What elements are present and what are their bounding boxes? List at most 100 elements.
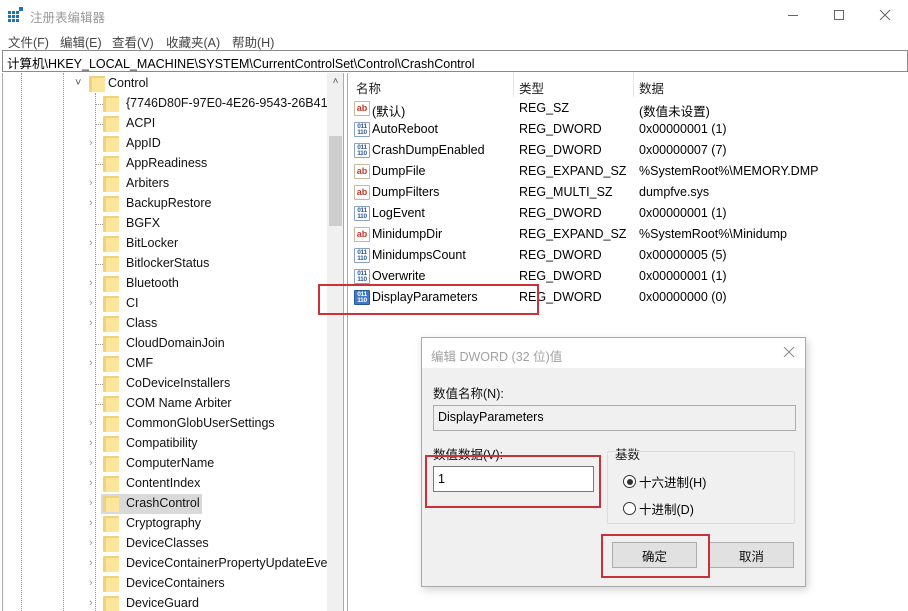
tree-item[interactable]: › CommonGlobUserSettings [3, 414, 327, 434]
folder-icon [103, 296, 119, 312]
tree-item[interactable]: › DeviceGuard [3, 594, 327, 611]
expand-icon[interactable]: › [89, 297, 99, 309]
tree-item[interactable]: COM Name Arbiter [3, 394, 327, 414]
tree-item[interactable]: › Arbiters [3, 174, 327, 194]
tree-item[interactable]: › DeviceContainers [3, 574, 327, 594]
tree-item[interactable]: ACPI [3, 114, 327, 134]
folder-icon [103, 396, 119, 412]
value-data: dumpfve.sys [639, 185, 710, 199]
expand-icon[interactable]: › [89, 437, 99, 449]
tree-item-label: AppReadiness [126, 156, 208, 170]
value-name: MinidumpsCount [372, 248, 466, 262]
tree-item-label: Compatibility [126, 436, 198, 450]
value-type: REG_EXPAND_SZ [519, 227, 627, 241]
expand-icon[interactable]: › [89, 497, 99, 509]
tree-item-control[interactable]: ˅ Control [3, 74, 327, 94]
value-name-field[interactable]: DisplayParameters [433, 405, 796, 431]
expand-icon[interactable]: › [89, 317, 99, 329]
close-button[interactable] [862, 0, 908, 30]
folder-icon [103, 176, 119, 192]
radio-decimal[interactable]: 十进制(D) [623, 499, 694, 518]
tree-item[interactable]: › BackupRestore [3, 194, 327, 214]
expand-icon[interactable]: › [89, 357, 99, 369]
menu-favorites[interactable]: 收藏夹(A) [166, 32, 220, 51]
tree-item[interactable]: › Compatibility [3, 434, 327, 454]
menu-help[interactable]: 帮助(H) [232, 32, 274, 51]
expand-icon[interactable]: › [89, 537, 99, 549]
folder-icon [103, 496, 119, 512]
tree-item[interactable]: CloudDomainJoin [3, 334, 327, 354]
tree-item-label: DeviceGuard [126, 596, 199, 610]
column-header-name[interactable]: 名称 [356, 78, 381, 97]
folder-icon [103, 136, 119, 152]
menu-edit[interactable]: 编辑(E) [60, 32, 102, 51]
address-bar[interactable]: 计算机\HKEY_LOCAL_MACHINE\SYSTEM\CurrentCon… [2, 50, 908, 72]
column-divider[interactable] [513, 73, 514, 97]
registry-editor-icon [8, 7, 23, 22]
tree-item[interactable]: › Class [3, 314, 327, 334]
tree-item[interactable]: {7746D80F-97E0-4E26-9543-26B41 [3, 94, 328, 114]
dialog-close-button[interactable] [779, 343, 799, 363]
expand-icon[interactable]: › [89, 277, 99, 289]
folder-icon [103, 556, 119, 572]
minimize-icon [788, 15, 798, 16]
radio-hexadecimal[interactable]: 十六进制(H) [623, 472, 706, 491]
tree-item[interactable]: › DeviceClasses [3, 534, 327, 554]
expand-icon[interactable]: › [89, 197, 99, 209]
tree-item[interactable]: BitlockerStatus [3, 254, 327, 274]
scroll-up-button[interactable]: ˄ [327, 73, 343, 90]
collapse-icon[interactable]: ˅ [75, 77, 81, 89]
expand-icon[interactable]: › [89, 517, 99, 529]
expand-icon[interactable]: › [89, 557, 99, 569]
expand-icon[interactable]: › [89, 577, 99, 589]
cancel-button[interactable]: 取消 [709, 542, 794, 568]
menu-view[interactable]: 查看(V) [112, 32, 154, 51]
value-data: 0x00000000 (0) [639, 290, 727, 304]
tree-item-label: CMF [126, 356, 154, 370]
folder-icon [103, 156, 119, 172]
expand-icon[interactable]: › [89, 597, 99, 609]
value-row[interactable]: ab DumpFile REG_EXPAND_SZ %SystemRoot%\MEMO… [348, 161, 908, 182]
tree-item[interactable]: › CI [3, 294, 327, 314]
value-row[interactable]: 011 110 LogEvent REG_DWORD 0x00000001 (1) [348, 203, 908, 224]
tree-item[interactable]: › ComputerName [3, 454, 327, 474]
value-name: CrashDumpEnabled [372, 143, 485, 157]
folder-icon [103, 436, 119, 452]
value-row[interactable]: 011 110 CrashDumpEnabled REG_DWORD 0x0000000… [348, 140, 908, 161]
tree-item[interactable]: › BitLocker [3, 234, 327, 254]
expand-icon[interactable]: › [89, 417, 99, 429]
tree-item[interactable]: › CrashControl [3, 494, 327, 514]
tree-item[interactable]: CoDeviceInstallers [3, 374, 327, 394]
column-divider[interactable] [633, 73, 634, 97]
value-row[interactable]: ab MinidumpDir REG_EXPAND_SZ %SystemRoot%\M… [348, 224, 908, 245]
tree-item-label: AppID [126, 136, 161, 150]
tree-scrollbar[interactable]: ˄ [327, 73, 343, 611]
tree-item[interactable]: › Cryptography [3, 514, 327, 534]
minimize-button[interactable] [770, 0, 816, 30]
tree-item[interactable]: › Bluetooth [3, 274, 327, 294]
tree-item[interactable]: › CMF [3, 354, 327, 374]
value-row[interactable]: ab DumpFilters REG_MULTI_SZ dumpfve.sys [348, 182, 908, 203]
value-row[interactable]: ab (默认) REG_SZ (数值未设置) [348, 98, 908, 119]
column-header-data[interactable]: 数据 [639, 78, 664, 97]
tree-item[interactable]: BGFX [3, 214, 327, 234]
folder-icon [103, 196, 119, 212]
expand-icon[interactable]: › [89, 177, 99, 189]
value-row[interactable]: 011 110 AutoReboot REG_DWORD 0x00000001 (1) [348, 119, 908, 140]
menu-file[interactable]: 文件(F) [8, 32, 49, 51]
tree-item[interactable]: AppReadiness [3, 154, 327, 174]
expand-icon[interactable]: › [89, 237, 99, 249]
scroll-thumb[interactable] [329, 136, 342, 226]
folder-icon [103, 476, 119, 492]
value-row[interactable]: 011 110 MinidumpsCount REG_DWORD 0x00000005 … [348, 245, 908, 266]
tree-item[interactable]: › AppID [3, 134, 327, 154]
folder-icon [103, 576, 119, 592]
column-header-type[interactable]: 类型 [519, 78, 544, 97]
expand-icon[interactable]: › [89, 137, 99, 149]
tree-item[interactable]: › DeviceContainerPropertyUpdateEve [3, 554, 328, 574]
expand-icon[interactable]: › [89, 477, 99, 489]
maximize-button[interactable] [816, 0, 862, 30]
tree-item-label: COM Name Arbiter [126, 396, 232, 410]
expand-icon[interactable]: › [89, 457, 99, 469]
tree-item[interactable]: › ContentIndex [3, 474, 327, 494]
